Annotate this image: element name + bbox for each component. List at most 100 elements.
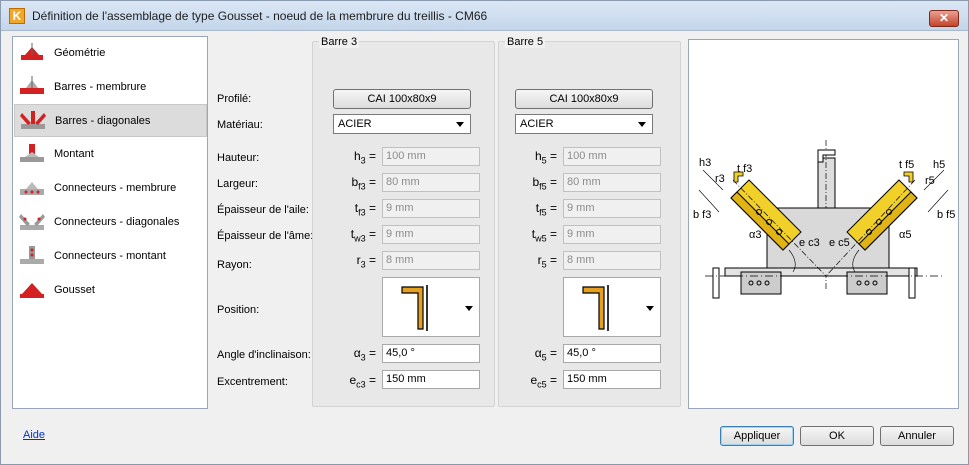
alpha3-label: α3 [749,229,761,241]
sidebar-item-barres-diagonales[interactable]: Barres - diagonales [14,104,207,137]
angle-label: Angle d'inclinaison: [217,349,311,361]
radius-label: Rayon: [217,259,252,271]
sidebar-item-geometrie[interactable]: Géométrie [14,37,207,70]
bar3-bf-symbol: bf3 = [351,175,376,192]
bar5-web-thickness-field[interactable]: 9 mm [563,225,661,244]
chevron-down-icon [465,306,473,311]
angle-section-icon [582,285,609,331]
bar5-radius-field[interactable]: 8 mm [563,251,661,270]
ec5-label: e c5 [829,237,850,249]
bar5-height-field[interactable]: 100 mm [563,147,661,166]
bar3-h-symbol: h3 = [353,149,376,166]
bar5-eccentricity-field[interactable]: 150 mm [563,370,661,389]
bar5-width-field[interactable]: 80 mm [563,173,661,192]
sidebar-item-barres-membrure[interactable]: Barres - membrure [14,71,207,104]
post-connectors-icon [20,246,44,264]
bar5-title: Barre 5 [505,36,546,48]
bar5-alpha-symbol: α5 = [534,346,557,363]
chevron-down-icon [456,122,464,127]
h3-label: h3 [699,157,711,169]
help-link[interactable]: Aide [23,429,45,441]
bar3-tf-symbol: tf3 = [354,201,376,218]
bar5-tf-symbol: tf5 = [535,201,557,218]
sidebar-item-label: Connecteurs - membrure [54,182,177,194]
bar3-radius-field[interactable]: 8 mm [382,251,480,270]
tf3-label: t f3 [737,163,752,175]
bar5-profile-button[interactable]: CAI 100x80x9 [515,89,653,109]
angle-section-icon [401,285,428,331]
cancel-button[interactable]: Annuler [880,426,954,446]
width-label: Largeur: [217,178,258,190]
bar5-position-select[interactable] [563,277,661,337]
bar3-web-thickness-field[interactable]: 9 mm [382,225,480,244]
tf5-label: t f5 [899,159,914,171]
r5-label: r5 [925,175,935,187]
bar5-h-symbol: h5 = [534,149,557,166]
chevron-down-icon [638,122,646,127]
bar3-profile-button[interactable]: CAI 100x80x9 [333,89,471,109]
bar3-tw-symbol: tw3 = [350,227,376,244]
sidebar-item-label: Barres - membrure [54,81,147,93]
sidebar-nav: Géométrie Barres - membrure Barres - dia… [12,36,208,409]
bar3-alpha-symbol: α3 = [353,346,376,363]
close-button[interactable]: ✕ [929,10,959,27]
title-bar: K Définition de l'assemblage de type Gou… [1,1,968,31]
diagonal-bars-icon [20,111,46,129]
sidebar-item-label: Connecteurs - montant [54,250,166,262]
sidebar-item-label: Gousset [54,284,95,296]
bar3-eccentricity-field[interactable]: 150 mm [382,370,480,389]
sidebar-item-gousset[interactable]: Gousset [14,274,207,307]
bar5-r-symbol: r5 = [537,253,557,270]
bar3-flange-thickness-field[interactable]: 9 mm [382,199,480,218]
geometry-icon [21,43,43,60]
bar3-e-symbol: ec3 = [349,373,376,390]
position-label: Position: [217,304,260,316]
chord-bars-icon [20,76,44,94]
bar3-width-field[interactable]: 80 mm [382,173,480,192]
ec3-label: e c3 [799,237,820,249]
alpha5-label: α5 [899,229,911,241]
gusset-icon [20,283,44,298]
gusset-connection-drawing: h3 r3 t f3 b f3 α3 e c3 h5 r5 t f5 b f5 … [693,140,955,299]
sidebar-item-label: Connecteurs - diagonales [54,216,180,228]
sidebar-item-label: Géométrie [54,47,106,59]
bar5-tw-symbol: tw5 = [531,227,557,244]
profile-label: Profilé: [217,93,252,105]
dialog-window: K Définition de l'assemblage de type Gou… [0,0,969,465]
sidebar-item-montant[interactable]: Montant [14,138,207,171]
sidebar-item-connecteurs-diagonales[interactable]: Connecteurs - diagonales [14,206,207,239]
bar5-angle-field[interactable]: 45,0 ° [563,344,661,363]
bar3-r-symbol: r3 = [356,253,376,270]
connection-preview: h3 r3 t f3 b f3 α3 e c3 h5 r5 t f5 b f5 … [688,39,959,409]
bar3-title: Barre 3 [319,36,360,48]
bar5-e-symbol: ec5 = [530,373,557,390]
sidebar-item-label: Montant [54,148,94,160]
chevron-down-icon [646,306,654,311]
diagonal-connectors-icon [19,214,45,230]
post-icon [20,144,44,162]
sidebar-item-label: Barres - diagonales [55,115,151,127]
sidebar-item-connecteurs-membrure[interactable]: Connecteurs - membrure [14,172,207,205]
web-thickness-label: Épaisseur de l'âme: [217,230,314,242]
bar3-angle-field[interactable]: 45,0 ° [382,344,480,363]
material-label: Matériau: [217,119,263,131]
eccentricity-label: Excentrement: [217,376,288,388]
chord-connectors-icon [20,182,44,195]
sidebar-item-connecteurs-montant[interactable]: Connecteurs - montant [14,240,207,273]
bar3-material-value: ACIER [338,118,372,130]
apply-button[interactable]: Appliquer [720,426,794,446]
bar5-flange-thickness-field[interactable]: 9 mm [563,199,661,218]
bar5-bf-symbol: bf5 = [532,175,557,192]
height-label: Hauteur: [217,152,260,164]
bar3-height-field[interactable]: 100 mm [382,147,480,166]
bf5-label: b f5 [937,209,955,221]
h5-label: h5 [933,159,945,171]
ok-button[interactable]: OK [800,426,874,446]
bar3-position-select[interactable] [382,277,480,337]
bar5-material-select[interactable]: ACIER [515,114,653,134]
bar5-material-value: ACIER [520,118,554,130]
r3-label: r3 [715,173,725,185]
window-title: Définition de l'assemblage de type Gouss… [32,9,488,23]
bar3-material-select[interactable]: ACIER [333,114,471,134]
flange-thickness-label: Épaisseur de l'aile: [217,204,309,216]
